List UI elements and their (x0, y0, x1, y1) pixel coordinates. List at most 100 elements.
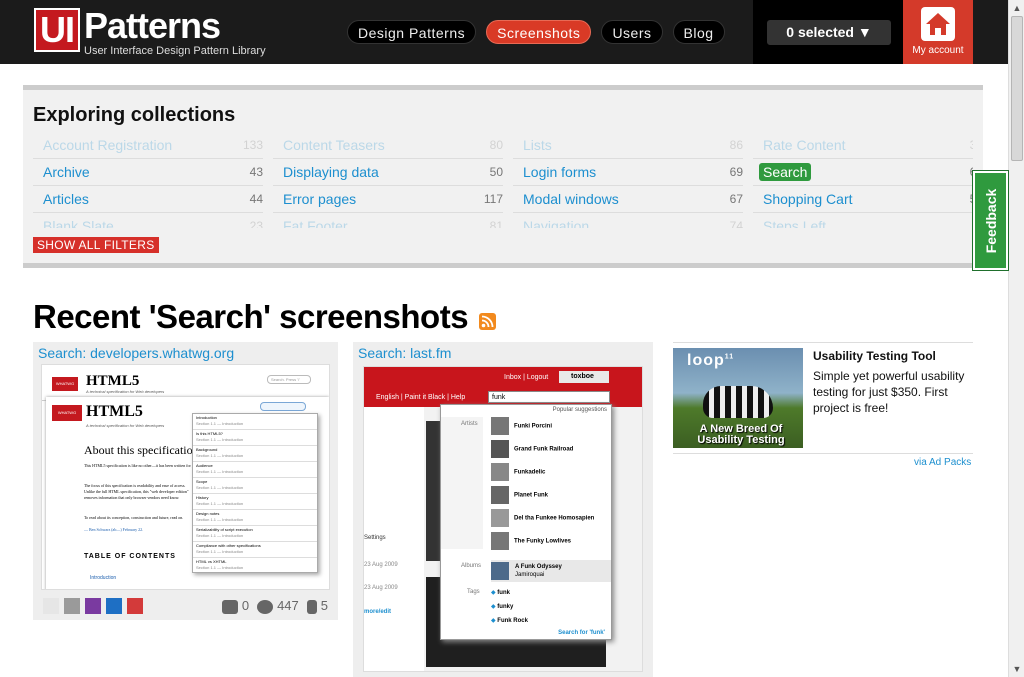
nav-screenshots[interactable]: Screenshots (486, 20, 592, 44)
tags-label: Tags (467, 589, 480, 595)
whatwg-search-input (260, 402, 306, 411)
tag-suggestion[interactable]: ◆ funky (491, 603, 513, 610)
dropdown-item: HTML vs XHTML Section 1.1 — Introduction (193, 558, 317, 572)
artist-suggestion[interactable]: Grand Funk Railroad (491, 440, 611, 460)
home-icon (921, 7, 955, 41)
dropdown-item: Introduction Section 1.1 — Introduction (193, 414, 317, 430)
main-nav: Design Patterns Screenshots Users Blog (347, 20, 725, 44)
scroll-up-icon[interactable]: ▲ (1012, 3, 1022, 13)
color-swatch[interactable] (64, 598, 80, 614)
lastfm-lang-bar: English | Paint it Black | Help (376, 394, 466, 401)
filter-item-error-pages[interactable]: Error pages 117 (273, 186, 503, 213)
tag-suggestion[interactable]: ◆ Funk Rock (491, 617, 528, 624)
whatwg-logo: WHATWG (52, 405, 82, 421)
filter-item[interactable]: Rate Content30 (753, 132, 973, 159)
my-account-label: My account (912, 45, 964, 56)
whatwg-search-small: Search. Press '/' (267, 375, 311, 384)
collections-filter-panel: Exploring collections Account Registrati… (23, 85, 983, 268)
dropdown-item: Audience Section 1.1 — Introduction (193, 462, 317, 478)
screenshot-thumbnail[interactable]: WHATWG HTML5 A technical specification f… (41, 364, 330, 590)
filter-item[interactable]: Fat Footer 81 (273, 213, 503, 228)
screenshot-thumbnail[interactable]: Inbox | Logout toxboe English | Paint it… (363, 366, 643, 672)
color-swatch[interactable] (43, 598, 59, 614)
lastfm-more-edit: more/edit (364, 609, 392, 615)
filter-item[interactable]: Steps Left5 (753, 213, 973, 228)
screenshot-card-title[interactable]: Search: developers.whatwg.org (38, 345, 234, 361)
whatwg-body-3: To read about its conception, constructi… (84, 515, 184, 520)
filter-item-articles[interactable]: Articles 44 (33, 186, 263, 213)
filter-column: Lists 86 Login forms 69 Modal windows 67 Na… (513, 132, 743, 228)
lastfm-suggestions-dropdown: Popular suggestions Artists Funki Porcin… (440, 404, 612, 640)
filter-item[interactable]: Content Teasers 80 (273, 132, 503, 159)
comments-stat[interactable]: 0 (221, 598, 249, 614)
album-suggestion[interactable]: A Funk Odyssey Jamiroquai (491, 560, 611, 582)
whatwg-title: HTML5 (86, 403, 143, 420)
tag-suggestion[interactable]: ◆ funk (491, 589, 510, 596)
filter-item[interactable]: Navigation 74 (513, 213, 743, 228)
artist-suggestion[interactable]: Funkadelic (491, 463, 611, 483)
lastfm-left-column: Settings 23 Aug 2009 23 Aug 2009 more/ed… (364, 407, 424, 671)
ad-image[interactable]: loop11 A New Breed Of Usability Testing (673, 348, 803, 448)
my-account-button[interactable]: My account (903, 0, 973, 64)
scroll-down-icon[interactable]: ▼ (1012, 664, 1022, 674)
show-all-filters-button[interactable]: SHOW ALL FILTERS (33, 237, 159, 253)
filter-item-search-selected[interactable]: Search60 (753, 159, 973, 186)
dropdown-item: History Section 1.1 — Introduction (193, 494, 317, 510)
selection-area: 0 selected ▼ (753, 0, 903, 64)
dropdown-item: Design notes Section 1.1 — Introduction (193, 510, 317, 526)
vertical-scrollbar[interactable]: ▲ ▼ (1008, 0, 1024, 677)
collections-stat[interactable]: 5 (306, 598, 328, 614)
lastfm-search-input: funk (488, 391, 610, 403)
color-swatch[interactable] (85, 598, 101, 614)
whatwg-logo-small: WHATWG (52, 377, 78, 391)
artist-suggestion[interactable]: Funki Porcini (491, 417, 611, 437)
dropdown-item: Scope Section 1.1 — Introduction (193, 478, 317, 494)
site-logo[interactable]: UI Patterns User Interface Design Patter… (34, 8, 266, 57)
ad-image-caption: A New Breed Of Usability Testing (697, 423, 785, 446)
nav-users[interactable]: Users (601, 20, 663, 44)
filter-item-displaying-data[interactable]: Displaying data 50 (273, 159, 503, 186)
views-stat: 447 (257, 598, 299, 614)
color-swatch[interactable] (127, 598, 143, 614)
logo-ui: UI (34, 8, 80, 52)
color-swatch[interactable] (106, 598, 122, 614)
scroll-thumb[interactable] (1011, 16, 1023, 161)
artists-label: Artists (461, 421, 478, 427)
rss-icon[interactable] (479, 313, 496, 330)
filter-item-shopping-cart[interactable]: Shopping Cart58 (753, 186, 973, 213)
albums-label: Albums (461, 563, 482, 569)
filter-item-archive[interactable]: Archive 43 (33, 159, 263, 186)
filter-item-modal-windows[interactable]: Modal windows 67 (513, 186, 743, 213)
comment-icon (221, 599, 238, 614)
zebra-shape (703, 386, 773, 418)
nav-blog[interactable]: Blog (672, 20, 725, 44)
search-for-link[interactable]: Search for 'funk' (558, 630, 605, 636)
nav-design-patterns[interactable]: Design Patterns (347, 20, 477, 44)
filter-item[interactable]: Lists 86 (513, 132, 743, 159)
artist-suggestion[interactable]: Del tha Funkee Homosapien (491, 509, 611, 529)
color-swatches (43, 598, 143, 614)
whatwg-body-1: This HTML5 specification is like no othe… (84, 463, 204, 468)
filter-item[interactable]: Account Registration 133 (33, 132, 263, 159)
artist-suggestion[interactable]: Planet Funk (491, 486, 611, 506)
site-header: UI Patterns User Interface Design Patter… (0, 0, 1008, 64)
feedback-label: Feedback (982, 188, 999, 253)
selected-dropdown[interactable]: 0 selected ▼ (767, 20, 891, 45)
artist-suggestion[interactable]: The Funky Lowlives (491, 532, 611, 552)
filter-item-login-forms[interactable]: Login forms 69 (513, 159, 743, 186)
whatwg-signature: — Ben Schwarz (ab—) February 22. (84, 527, 144, 532)
whatwg-sub-small: A technical specification for Web develo… (86, 389, 165, 394)
lastfm-date: 23 Aug 2009 (364, 585, 398, 591)
dropdown-item: Is this HTML5? Section 1.1 — Introduction (193, 430, 317, 446)
filter-column: Account Registration 133 Archive 43 Articl… (33, 132, 263, 228)
whatwg-toc: TABLE OF CONTENTS (84, 553, 176, 560)
book-icon (306, 599, 317, 614)
whatwg-toc-intro: Introduction (90, 575, 117, 581)
ad-source-link[interactable]: via Ad Packs (914, 457, 971, 468)
screenshot-card-title[interactable]: Search: last.fm (358, 345, 451, 361)
filter-grid: Account Registration 133 Archive 43 Articl… (33, 132, 973, 228)
ad-text: Simple yet powerful usability testing fo… (813, 369, 965, 415)
ad-title[interactable]: Usability Testing Tool (813, 349, 936, 363)
feedback-tab[interactable]: Feedback (972, 170, 1009, 271)
filter-item[interactable]: Blank Slate 23 (33, 213, 263, 228)
